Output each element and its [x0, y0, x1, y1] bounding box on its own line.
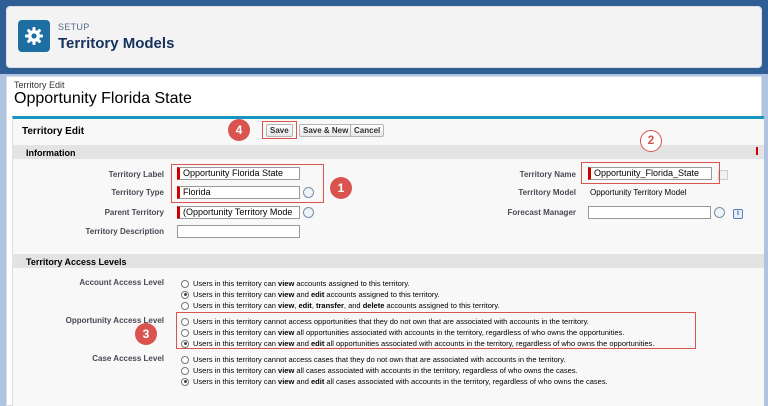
territory-model-value: Opportunity Territory Model	[590, 188, 687, 197]
account-access-option[interactable]: Users in this territory can view account…	[181, 278, 500, 289]
account-access-option-text: Users in this territory can view and edi…	[193, 290, 440, 299]
callout-box-territory-name	[581, 162, 720, 184]
callout-box-opportunity-access	[176, 312, 696, 349]
info-icon[interactable]: i	[733, 209, 743, 219]
case-access-options: Users in this territory cannot access ca…	[181, 354, 608, 387]
territory-description-label: Territory Description	[85, 227, 164, 236]
forecast-manager-label: Forecast Manager	[507, 208, 576, 217]
account-access-radio[interactable]	[181, 279, 189, 288]
access-levels-section-title: Territory Access Levels	[26, 257, 127, 267]
save-new-button[interactable]: Save & New	[299, 124, 353, 137]
territory-label-label: Territory Label	[108, 170, 164, 179]
parent-territory-lookup-icon[interactable]	[303, 207, 314, 218]
case-access-option-text: Users in this territory can view and edi…	[193, 377, 608, 386]
information-section-title: Information	[26, 148, 76, 158]
step-badge-2: 2	[640, 130, 662, 152]
cancel-button[interactable]: Cancel	[350, 124, 385, 137]
case-access-option[interactable]: Users in this territory cannot access ca…	[181, 354, 608, 365]
case-access-option[interactable]: Users in this territory can view all cas…	[181, 365, 608, 376]
account-access-label: Account Access Level	[79, 278, 164, 287]
forecast-manager-input[interactable]	[588, 206, 711, 219]
case-access-radio[interactable]	[181, 366, 189, 375]
forecast-manager-lookup-icon[interactable]	[714, 207, 725, 218]
territory-description-input[interactable]	[177, 225, 300, 238]
callout-box-territory-fields	[171, 164, 324, 203]
parent-territory-label: Parent Territory	[104, 208, 164, 217]
account-access-option[interactable]: Users in this territory can view, edit, …	[181, 300, 500, 311]
required-legend-marker	[756, 147, 758, 155]
case-access-label: Case Access Level	[92, 354, 164, 363]
account-access-options: Users in this territory can view account…	[181, 278, 500, 311]
step-badge-3: 3	[135, 323, 157, 345]
account-access-radio[interactable]	[181, 290, 189, 299]
gear-icon	[18, 20, 50, 52]
step-badge-1: 1	[330, 177, 352, 199]
case-access-radio[interactable]	[181, 355, 189, 364]
callout-box-save	[262, 121, 297, 139]
account-access-option-text: Users in this territory can view, edit, …	[193, 301, 500, 310]
page-title: Territory Models	[58, 35, 175, 52]
territory-model-label: Territory Model	[518, 188, 576, 197]
account-access-radio[interactable]	[181, 301, 189, 310]
account-access-option-text: Users in this territory can view account…	[193, 279, 410, 288]
breadcrumb: Territory Edit	[14, 80, 65, 90]
record-title: Opportunity Florida State	[14, 90, 192, 107]
edit-panel-title: Territory Edit	[22, 126, 85, 137]
parent-territory-input[interactable]: (Opportunity Territory Mode	[177, 206, 300, 219]
territory-type-label: Territory Type	[111, 188, 164, 197]
step-badge-4: 4	[228, 119, 250, 141]
territory-name-label: Territory Name	[519, 170, 576, 179]
case-access-radio[interactable]	[181, 377, 189, 386]
account-access-option[interactable]: Users in this territory can view and edi…	[181, 289, 500, 300]
setup-label: SETUP	[58, 22, 90, 32]
case-access-option-text: Users in this territory cannot access ca…	[193, 355, 566, 364]
case-access-option-text: Users in this territory can view all cas…	[193, 366, 578, 375]
case-access-option[interactable]: Users in this territory can view and edi…	[181, 376, 608, 387]
